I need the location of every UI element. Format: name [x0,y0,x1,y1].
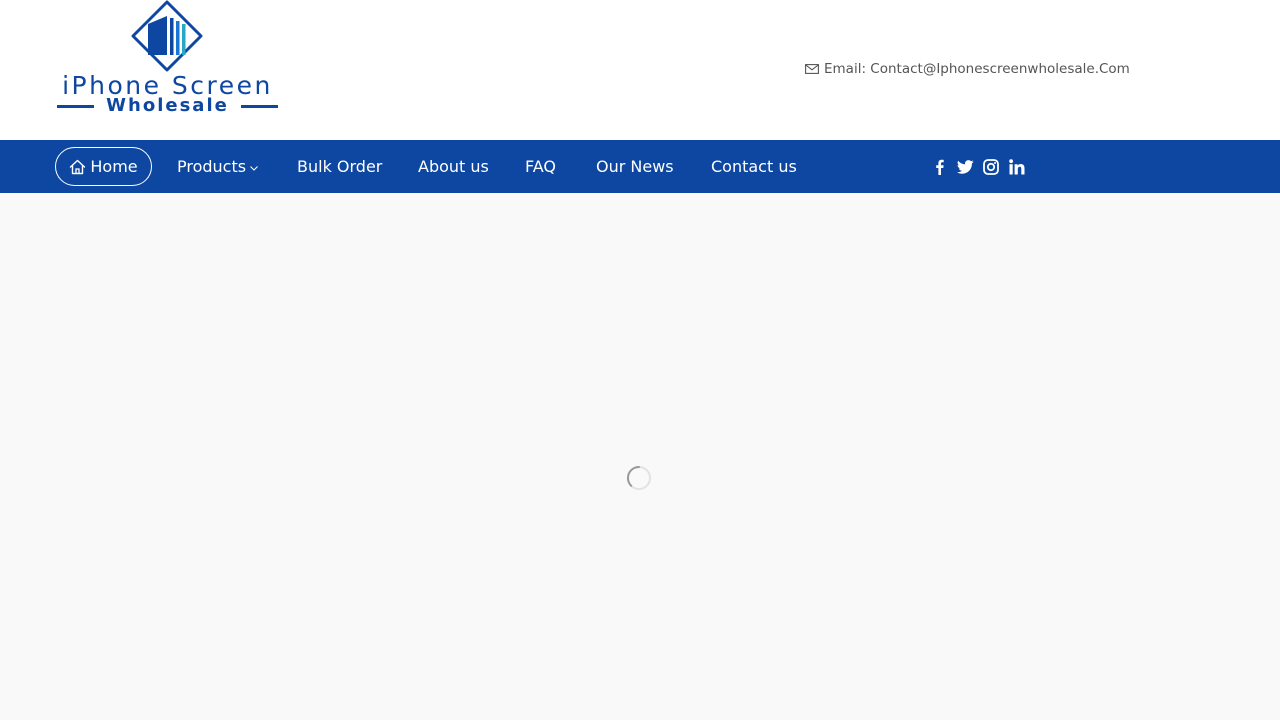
loading-spinner-icon [626,465,651,490]
linkedin-link[interactable] [1007,140,1027,193]
linkedin-icon [1009,158,1025,174]
nav-item-label: Home [90,157,138,176]
nav-item-home[interactable]: Home [55,147,152,186]
twitter-icon [956,159,974,174]
twitter-link[interactable] [955,140,975,193]
home-icon [70,159,86,174]
nav-item-bulk-order[interactable]: Bulk Order [297,140,382,193]
nav-item-our-news[interactable]: Our News [596,140,674,193]
site-logo[interactable]: iPhone Screen Wholesale [55,0,280,120]
facebook-link[interactable] [929,140,949,193]
logo-subtitle-row: Wholesale [57,95,278,117]
instagram-icon [983,158,999,175]
logo-dash-left [57,104,94,108]
header-contact-email[interactable]: Email: Contact@Iphonescreenwholesale.Com [805,59,1130,79]
nav-item-label: FAQ [525,157,556,176]
logo-dash-right [241,104,278,108]
nav-item-label: Products [177,157,247,176]
chevron-down-icon [250,166,258,171]
envelope-icon [805,64,819,74]
nav-item-label: Contact us [711,157,797,176]
nav-item-label: Bulk Order [297,157,383,176]
logo-subtitle: Wholesale [106,95,229,116]
nav-item-label: Our News [596,157,674,176]
instagram-link[interactable] [981,140,1001,193]
facebook-icon [935,159,944,175]
contact-email-text: Email: Contact@Iphonescreenwholesale.Com [824,61,1130,77]
site-header: iPhone Screen Wholesale Email: Contact@I… [0,0,1280,140]
nav-item-about-us[interactable]: About us [418,140,489,193]
nav-item-faq[interactable]: FAQ [525,140,556,193]
main-navigation: Home Products Bulk Order About us FAQ Ou… [0,140,1280,193]
nav-item-label: About us [418,157,489,176]
nav-item-products[interactable]: Products [177,140,258,193]
building-diamond-logo-icon [131,0,203,72]
nav-item-contact-us[interactable]: Contact us [711,140,797,193]
